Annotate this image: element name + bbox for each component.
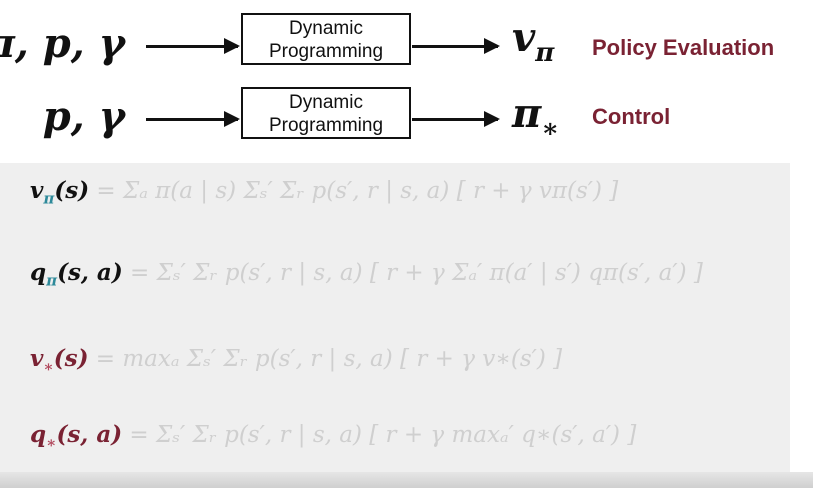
row2-inputs: p, γ — [42, 93, 125, 140]
box-line-1: Dynamic — [289, 92, 363, 113]
equation-lhs: vπ(s) — [30, 177, 90, 208]
equation-rhs: = Σₛ′ Σᵣ p(s′, r | s, a) [ r + γ Σₐ′ π(a… — [130, 260, 703, 286]
role-label: Policy Evaluation — [592, 35, 775, 60]
box-line-2: Programming — [268, 115, 384, 136]
equation-v-pi: vπ(s) = Σₐ π(a | s) Σₛ′ Σᵣ p(s′, r | s, … — [30, 177, 618, 208]
bottom-fade-bar — [0, 472, 813, 488]
lhs-symbol: v — [30, 345, 44, 372]
bellman-equations-panel: vπ(s) = Σₐ π(a | s) Σₛ′ Σᵣ p(s′, r | s, … — [0, 163, 790, 473]
equation-v-star: v∗(s) = maxₐ Σₛ′ Σᵣ p(s′, r | s, a) [ r … — [30, 345, 562, 376]
lhs-subscript: ∗ — [46, 433, 57, 452]
equation-rhs: = maxₐ Σₛ′ Σᵣ p(s′, r | s, a) [ r + γ v∗… — [95, 346, 563, 372]
dynamic-programming-box: Dynamic Programming — [241, 13, 411, 65]
output-subscript: π — [535, 38, 555, 68]
dynamic-programming-box: Dynamic Programming — [241, 87, 411, 139]
arrow-right-icon — [412, 111, 500, 127]
equation-lhs: q∗(s, a) — [30, 421, 123, 452]
row2-output: π∗ — [512, 90, 559, 144]
arrow-right-icon — [412, 38, 500, 54]
lhs-subscript: π — [46, 271, 58, 290]
lhs-args: (s, a) — [56, 421, 123, 448]
equation-rhs: = Σₛ′ Σᵣ p(s′, r | s, a) [ r + γ maxₐ′ q… — [129, 422, 637, 448]
equation-q-star: q∗(s, a) = Σₛ′ Σᵣ p(s′, r | s, a) [ r + … — [30, 421, 636, 452]
row1-output: vπ — [512, 14, 554, 68]
lhs-subscript: π — [43, 189, 55, 208]
lhs-symbol: q — [30, 421, 47, 448]
equation-lhs: qπ(s, a) — [30, 259, 123, 290]
row1-inputs: π, p, γ — [0, 20, 125, 67]
output-subscript: ∗ — [541, 114, 560, 144]
equation-rhs: = Σₐ π(a | s) Σₛ′ Σᵣ p(s′, r | s, a) [ r… — [96, 178, 619, 204]
lhs-symbol: q — [30, 259, 47, 286]
lhs-args: (s) — [54, 177, 90, 204]
output-symbol: π — [512, 90, 542, 137]
box-line-2: Programming — [268, 41, 384, 62]
equation-lhs: v∗(s) — [30, 345, 89, 376]
lhs-symbol: v — [30, 177, 44, 204]
lhs-args: (s) — [53, 345, 89, 372]
lhs-args: (s, a) — [57, 259, 123, 286]
arrow-right-icon — [146, 38, 240, 54]
output-symbol: v — [512, 14, 536, 61]
box-line-1: Dynamic — [289, 18, 363, 39]
arrow-right-icon — [146, 111, 240, 127]
lhs-subscript: ∗ — [43, 357, 54, 376]
equation-q-pi: qπ(s, a) = Σₛ′ Σᵣ p(s′, r | s, a) [ r + … — [30, 259, 703, 290]
role-label: Control — [592, 104, 671, 129]
